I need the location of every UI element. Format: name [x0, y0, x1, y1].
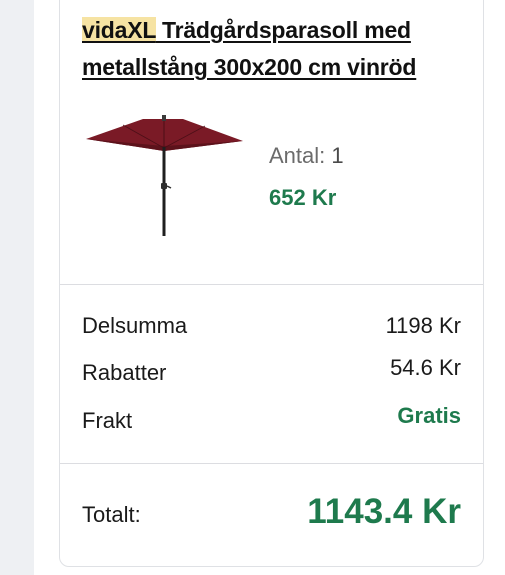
product-price: 652 Kr	[269, 185, 337, 210]
discount-value: 54.6 Kr	[390, 355, 461, 380]
shipping-value: Gratis	[397, 403, 461, 428]
total-label: Totalt:	[82, 502, 141, 527]
subtotal-value: 1198 Kr	[385, 313, 461, 338]
product-title-link[interactable]: vidaXL Trädgårdsparasoll med metallstång…	[82, 12, 472, 86]
discount-label: Rabatter	[82, 360, 167, 385]
parasol-image	[86, 115, 243, 236]
product-brand[interactable]: vidaXL	[82, 17, 156, 43]
subtotal-label: Delsumma	[82, 313, 188, 338]
divider	[60, 463, 483, 464]
total-value: 1143.4 Kr	[307, 492, 461, 531]
quantity-value: 1	[331, 143, 344, 168]
quantity: Antal: 1	[269, 143, 344, 169]
quantity-label: Antal:	[269, 143, 326, 168]
shipping-label: Frakt	[82, 408, 133, 433]
divider	[60, 284, 483, 285]
